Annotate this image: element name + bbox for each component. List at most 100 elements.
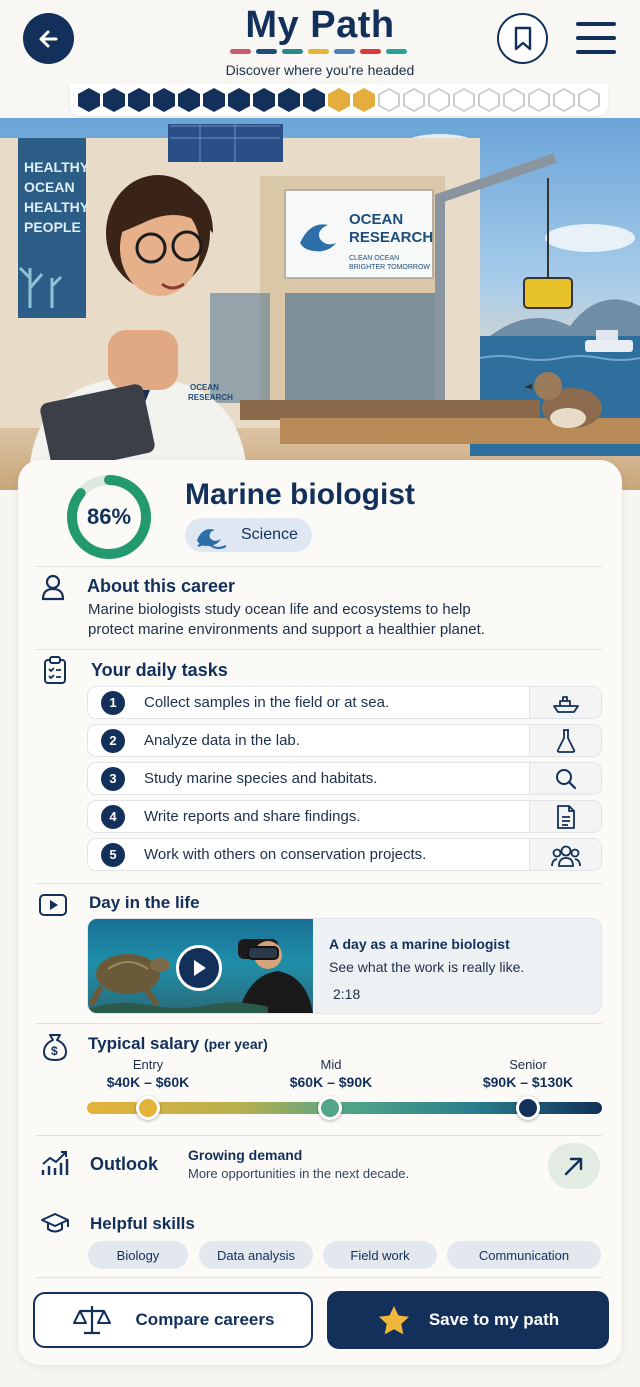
- video-thumbnail: [88, 919, 313, 1013]
- progress-step-empty: [428, 88, 450, 112]
- dash-5: [334, 49, 355, 54]
- skills-title: Helpful skills: [90, 1214, 195, 1233]
- skill-chip[interactable]: Data analysis: [199, 1241, 313, 1269]
- task-text: Study marine species and habitats.: [144, 770, 378, 787]
- salary-mid-label: Mid: [320, 1057, 342, 1072]
- menu-bar-icon: [576, 22, 616, 26]
- progress-step-complete: [303, 88, 325, 112]
- dash-3: [282, 49, 303, 54]
- task-number: 4: [101, 804, 125, 829]
- task-number: 1: [101, 690, 125, 715]
- skill-chip[interactable]: Field work: [323, 1241, 437, 1269]
- progress-step-complete: [228, 88, 250, 112]
- skill-chip[interactable]: Biology: [88, 1241, 188, 1269]
- compare-careers-button[interactable]: Compare careers: [33, 1292, 313, 1348]
- divider: [36, 1277, 602, 1278]
- progress-step-empty: [478, 88, 500, 112]
- coat-line-2: RESEARCH: [188, 393, 233, 402]
- task-item-1[interactable]: 1 Collect samples in the field or at sea…: [87, 686, 602, 719]
- money-bag-icon: $: [43, 1034, 67, 1061]
- salary-mid-marker: [318, 1096, 342, 1120]
- progress-step-complete: [128, 88, 150, 112]
- task-number: 3: [101, 766, 125, 791]
- progress-step-empty: [378, 88, 400, 112]
- person-icon: [41, 574, 65, 601]
- dash-4: [308, 49, 329, 54]
- video-title: A day as a marine biologist: [329, 936, 510, 952]
- page-subtitle: Discover where you're headed: [225, 62, 415, 78]
- progress-step-empty: [403, 88, 425, 112]
- play-button[interactable]: [176, 945, 222, 991]
- about-title: About this career: [87, 576, 236, 596]
- coat-line-1: OCEAN: [190, 383, 219, 392]
- app-header: My Path Discover where you're headed: [0, 0, 640, 118]
- skill-chip[interactable]: Communication: [447, 1241, 601, 1269]
- salary-entry-range: $40K – $60K: [106, 1074, 190, 1090]
- outlook-trend-button[interactable]: [548, 1143, 600, 1189]
- star-icon: [378, 1306, 409, 1335]
- task-icon-box: [529, 725, 601, 756]
- dash-2: [256, 49, 277, 54]
- career-title: Marine biologist: [185, 478, 416, 511]
- progress-step-empty: [578, 88, 600, 112]
- career-card: 86% Marine biologist Science About this …: [18, 460, 622, 1365]
- video-duration: 2:18: [333, 986, 361, 1002]
- category-badge[interactable]: Science: [185, 518, 312, 552]
- bookmark-button[interactable]: [497, 13, 548, 64]
- sign-sub-2: BRIGHTER TOMORROW: [349, 264, 430, 271]
- salary-title-text: Typical salary: [88, 1034, 200, 1053]
- salary-title: Typical salary (per year): [88, 1034, 268, 1054]
- tasks-title: Your daily tasks: [91, 660, 228, 680]
- task-text: Work with others on conservation project…: [144, 846, 427, 863]
- category-label: Science: [241, 526, 298, 543]
- outlook-detail: More opportunities in the next decade.: [188, 1166, 410, 1181]
- salary-entry-label: Entry: [132, 1057, 164, 1072]
- progress-step-complete: [178, 88, 200, 112]
- match-percent: 86%: [86, 504, 132, 529]
- menu-button[interactable]: [574, 18, 618, 58]
- task-icon-box: [529, 763, 601, 794]
- task-item-3[interactable]: 3 Study marine species and habitats.: [87, 762, 602, 795]
- task-number: 2: [101, 728, 125, 753]
- wave-icon: [197, 529, 227, 550]
- about-text-line-2: protect marine environments and support …: [88, 621, 485, 638]
- task-item-4[interactable]: 4 Write reports and share findings.: [87, 800, 602, 833]
- task-icon-box: [529, 801, 601, 832]
- task-text: Write reports and share findings.: [144, 808, 361, 825]
- title-underline: [230, 49, 407, 54]
- compare-label: Compare careers: [135, 1310, 275, 1329]
- save-to-path-button[interactable]: Save to my path: [327, 1291, 609, 1349]
- banner-line-4: PEOPLE: [24, 219, 81, 235]
- dash-6: [360, 49, 381, 54]
- clipboard-icon: [44, 656, 66, 684]
- hero-illustration: OCEAN RESEARCH CLEAN OCEAN BRIGHTER TOMO…: [0, 118, 640, 490]
- progress-step-current: [353, 88, 375, 112]
- svg-text:$: $: [51, 1044, 58, 1058]
- outlook-title: Outlook: [90, 1154, 158, 1174]
- magnifier-icon: [555, 768, 576, 789]
- video-card[interactable]: A day as a marine biologist See what the…: [87, 918, 602, 1014]
- divider: [36, 883, 602, 884]
- about-text-line-1: Marine biologists study ocean life and e…: [88, 601, 471, 618]
- salary-unit: (per year): [203, 1036, 268, 1052]
- graduation-cap-icon: [41, 1213, 69, 1233]
- task-item-2[interactable]: 2 Analyze data in the lab.: [87, 724, 602, 757]
- sign-sub-1: CLEAN OCEAN: [349, 255, 399, 262]
- progress-step-empty: [453, 88, 475, 112]
- progress-step-empty: [528, 88, 550, 112]
- sign-title-1: OCEAN: [349, 211, 403, 228]
- divider: [36, 649, 602, 650]
- divider: [36, 566, 602, 567]
- back-button[interactable]: [23, 13, 74, 64]
- video-subtitle: See what the work is really like.: [329, 959, 525, 975]
- sign-title-2: RESEARCH: [349, 229, 433, 246]
- document-icon: [556, 804, 575, 829]
- task-icon-box: [529, 687, 601, 718]
- progress-step-complete: [253, 88, 275, 112]
- path-progress: [70, 84, 608, 116]
- task-text: Analyze data in the lab.: [144, 732, 300, 749]
- menu-bar-icon: [576, 36, 616, 40]
- day-title: Day in the life: [89, 893, 200, 912]
- task-item-5[interactable]: 5 Work with others on conservation proje…: [87, 838, 602, 871]
- progress-step-complete: [203, 88, 225, 112]
